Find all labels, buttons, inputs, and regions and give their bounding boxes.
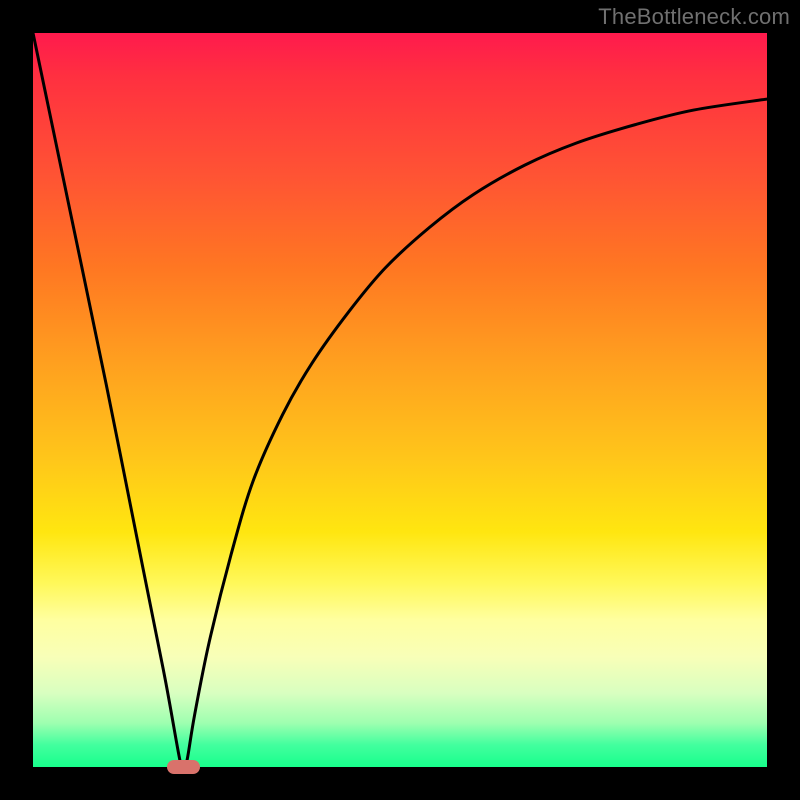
chart-curve [33, 33, 767, 767]
chart-frame: TheBottleneck.com [0, 0, 800, 800]
watermark-text: TheBottleneck.com [598, 4, 790, 30]
min-marker [167, 760, 200, 774]
plot-area [33, 33, 767, 767]
